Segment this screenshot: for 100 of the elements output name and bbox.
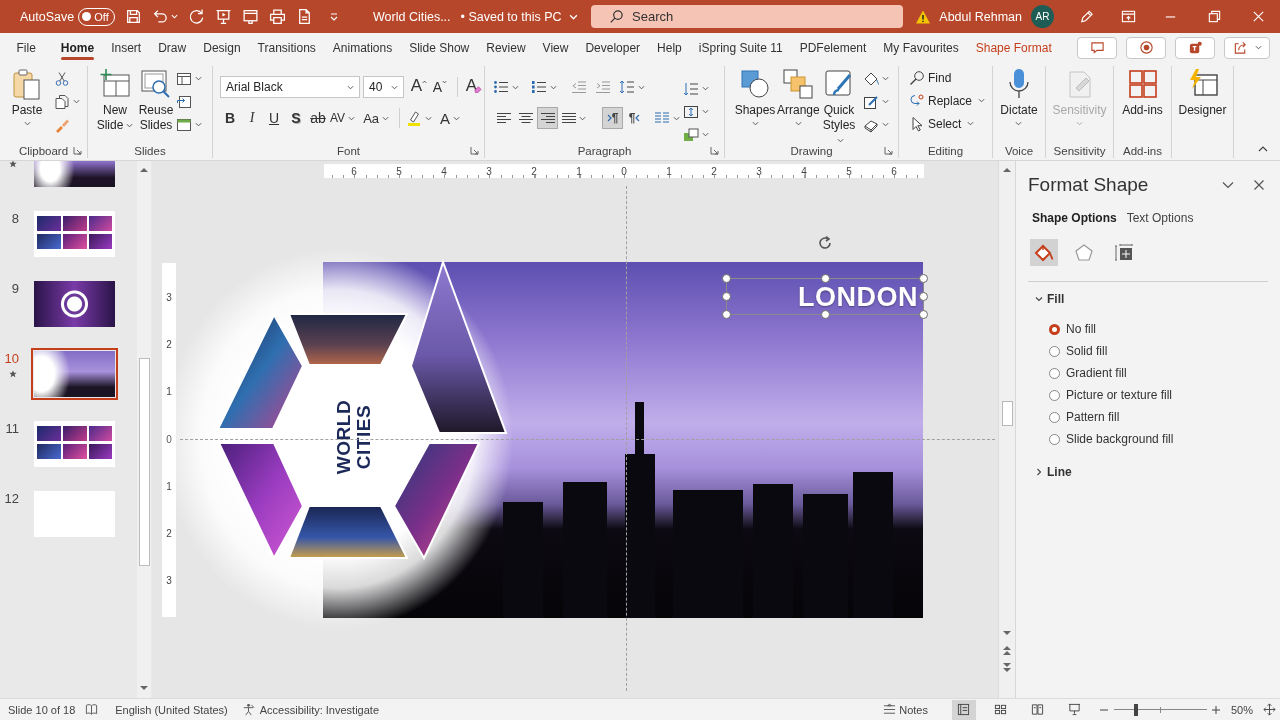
accessibility-icon[interactable]	[241, 703, 255, 716]
clear-formatting-button[interactable]: A	[464, 76, 484, 98]
dropdown-icon[interactable]	[1222, 181, 1234, 189]
ribbon-tab[interactable]: Animations	[324, 33, 401, 62]
slide-thumbnail[interactable]	[34, 281, 115, 327]
restore-icon[interactable]	[1206, 9, 1222, 24]
warning-icon[interactable]	[915, 8, 932, 25]
share-button[interactable]	[1224, 36, 1270, 59]
caret-icon[interactable]	[702, 132, 709, 137]
option-label[interactable]: Picture or texture fill	[1066, 388, 1173, 402]
caret-icon[interactable]	[550, 84, 557, 90]
add-ins-button[interactable]: Add-ins	[1122, 66, 1163, 118]
caret-icon[interactable]	[73, 99, 80, 104]
pencil-icon[interactable]	[863, 93, 879, 110]
monitor-icon[interactable]	[242, 8, 260, 25]
scrollbar-thumb[interactable]	[1001, 401, 1013, 426]
shrink-font-button[interactable]: A	[431, 76, 449, 98]
next-slide-icon[interactable]	[1003, 663, 1011, 672]
slide-thumbnail[interactable]	[31, 348, 118, 400]
dialog-launcher-icon[interactable]	[710, 146, 719, 155]
bold-button[interactable]: B	[220, 107, 240, 129]
normal-view-button[interactable]	[951, 699, 976, 720]
align-right-button[interactable]	[537, 107, 558, 129]
ribbon-tab[interactable]: Help	[648, 33, 691, 62]
ribbon-tab[interactable]: Draw	[149, 33, 195, 62]
ribbon-tab[interactable]: Review	[477, 33, 535, 62]
ribbon-tab[interactable]: Shape Format	[967, 33, 1061, 62]
radio-button[interactable]	[1049, 433, 1060, 445]
collapse-ribbon-icon[interactable]	[1258, 146, 1268, 152]
reuse-slides-button[interactable]: Reuse Slides	[136, 66, 176, 133]
rotate-handle-icon[interactable]	[817, 235, 833, 251]
more-icon[interactable]	[329, 11, 340, 22]
ribbon-tab[interactable]: Insert	[102, 33, 150, 62]
option-label[interactable]: Solid fill	[1066, 344, 1108, 358]
shadow-button[interactable]: S	[286, 107, 306, 129]
option-label[interactable]: No fill	[1066, 322, 1096, 336]
pane-tab[interactable]: Shape Options	[1032, 211, 1117, 225]
option-label[interactable]: Pattern fill	[1066, 410, 1120, 424]
new-slide-button[interactable]: New Slide	[95, 66, 135, 133]
underline-button[interactable]: U	[264, 107, 284, 129]
font-size-dropdown[interactable]: 40	[363, 76, 404, 98]
decrease-indent-icon[interactable]	[571, 79, 587, 95]
caret-icon[interactable]	[702, 109, 709, 114]
copy-icon[interactable]	[54, 93, 70, 110]
record-button[interactable]	[1126, 36, 1166, 59]
caret-icon[interactable]	[882, 122, 889, 127]
spacing-button[interactable]: AV	[330, 107, 356, 129]
notes-button[interactable]: Notes	[883, 703, 928, 716]
text-direction-rtl-button[interactable]: ¶	[624, 107, 645, 129]
undo-icon[interactable]	[152, 8, 170, 25]
strikethrough-button[interactable]: ab	[308, 107, 328, 129]
scrollbar-thumb[interactable]	[138, 358, 150, 566]
paint-bucket-icon[interactable]	[863, 70, 879, 87]
ribbon-tab[interactable]: Slide Show	[400, 33, 478, 62]
caret-icon[interactable]	[882, 76, 889, 81]
ribbon-tab[interactable]: Home	[52, 33, 103, 62]
ribbon-tab[interactable]: View	[534, 33, 577, 62]
dictate-button[interactable]: Dictate	[1000, 66, 1038, 126]
save-icon[interactable]	[125, 8, 143, 25]
text-direction-ltr-button[interactable]: ¶	[602, 107, 623, 129]
line-spacing-icon[interactable]	[619, 79, 635, 95]
bullets-icon[interactable]	[493, 79, 509, 95]
scroll-down-icon[interactable]	[140, 686, 148, 691]
comments-button[interactable]	[1077, 36, 1117, 59]
increase-indent-icon[interactable]	[595, 79, 611, 95]
previous-slide-icon[interactable]	[1003, 646, 1011, 655]
section-icon[interactable]	[176, 116, 192, 133]
option-label[interactable]: Slide background fill	[1066, 432, 1174, 446]
ribbon-tab[interactable]: iSpring Suite 11	[690, 33, 792, 62]
language-status[interactable]: English (United States)	[115, 703, 228, 716]
pane-tab[interactable]: Text Options	[1126, 211, 1194, 225]
radio-button[interactable]	[1049, 411, 1060, 423]
scroll-up-icon[interactable]	[140, 167, 148, 172]
zoom-level[interactable]: 50%	[1230, 703, 1253, 716]
scissors-icon[interactable]	[54, 70, 70, 87]
dialog-launcher-icon[interactable]	[884, 146, 893, 155]
caret-icon[interactable]	[882, 99, 889, 104]
caret-icon[interactable]	[425, 115, 433, 121]
caret-icon[interactable]	[195, 76, 202, 81]
section-header[interactable]: Fill	[1016, 290, 1280, 308]
grow-font-button[interactable]: A	[409, 76, 429, 98]
zoom-in-icon[interactable]	[1211, 705, 1220, 714]
accessibility-status[interactable]: Accessibility: Investigate	[259, 703, 379, 716]
radio-button[interactable]	[1049, 345, 1060, 357]
dialog-launcher-icon[interactable]	[470, 146, 479, 155]
ribbon-tab[interactable]: File	[8, 33, 45, 62]
smartart-icon[interactable]	[683, 126, 699, 143]
ribbon-tab[interactable]: My Favourites	[874, 33, 968, 62]
numbering-icon[interactable]	[531, 79, 547, 95]
radio-button[interactable]	[1049, 323, 1060, 335]
option-label[interactable]: Gradient fill	[1066, 366, 1127, 380]
presentation-icon[interactable]	[215, 8, 233, 25]
italic-button[interactable]: I	[242, 107, 262, 129]
resize-handle[interactable]	[820, 274, 830, 283]
shapes-button[interactable]: Shapes	[733, 66, 777, 126]
caret-icon[interactable]	[702, 86, 709, 91]
radio-button[interactable]	[1049, 367, 1060, 379]
align-text-icon[interactable]	[683, 103, 699, 120]
scroll-up-icon[interactable]	[1003, 167, 1011, 172]
slide-thumbnail[interactable]	[34, 421, 115, 467]
